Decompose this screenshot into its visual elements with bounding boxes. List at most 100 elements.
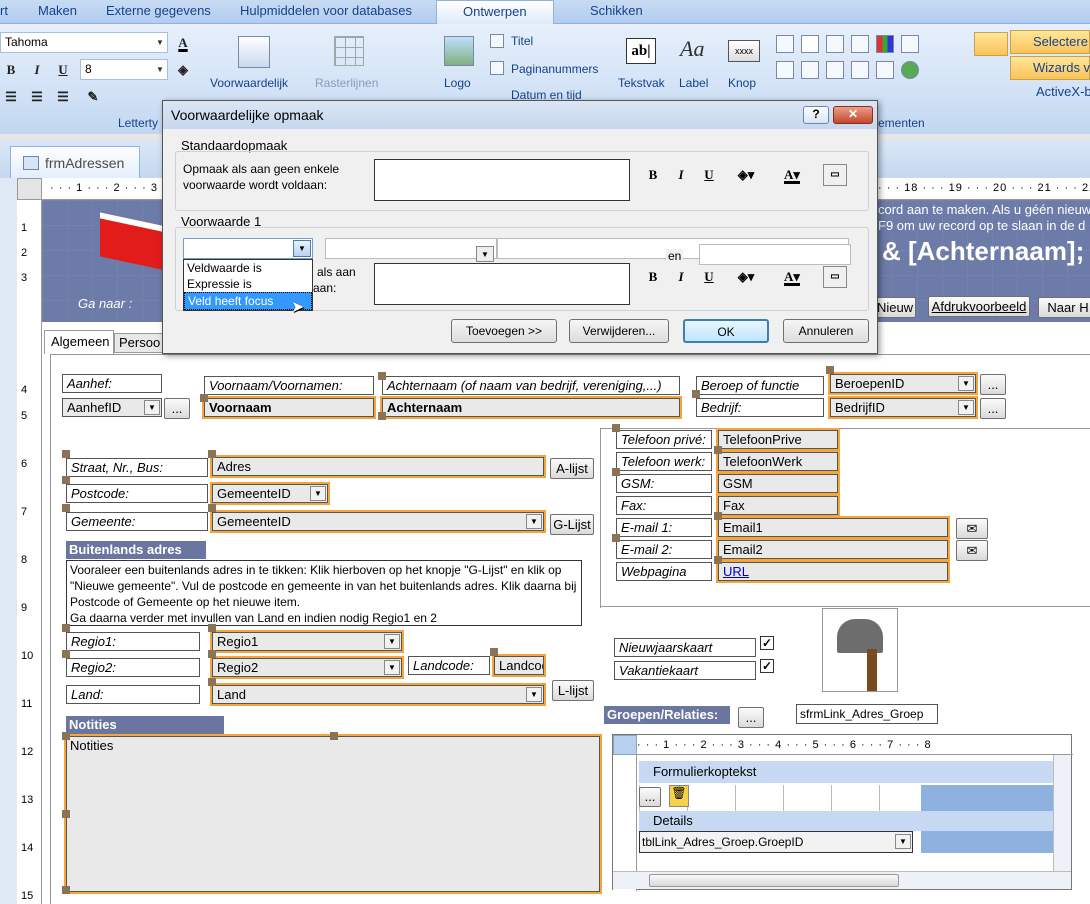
align-left-icon[interactable]: ☰ bbox=[0, 86, 22, 107]
enable-toggle-icon[interactable]: ▭ bbox=[823, 266, 847, 288]
chevron-down-icon[interactable]: ▼ bbox=[958, 400, 974, 415]
nieuwjaarskaart-checkbox[interactable]: ✓ bbox=[760, 636, 774, 650]
notities-field[interactable]: Notities bbox=[64, 734, 602, 894]
sizing-handle[interactable] bbox=[714, 446, 722, 454]
paginanummers-button[interactable]: Paginanummers bbox=[511, 62, 598, 76]
a-lijst-button[interactable]: A-lijst bbox=[550, 458, 594, 479]
g-lijst-button[interactable]: G-Lijst bbox=[550, 514, 594, 535]
email1-field[interactable]: Email1 bbox=[716, 516, 950, 539]
close-button[interactable]: ✕ bbox=[833, 106, 873, 124]
sizing-handle[interactable] bbox=[208, 624, 216, 632]
sizing-handle[interactable] bbox=[378, 412, 386, 420]
chevron-down-icon[interactable]: ▼ bbox=[895, 834, 911, 849]
subform-ruler-corner[interactable] bbox=[613, 735, 637, 755]
font-color-icon[interactable]: A bbox=[172, 32, 194, 53]
beroep-ellipsis-button[interactable]: ... bbox=[980, 374, 1006, 395]
button-control-icon[interactable]: xxxx bbox=[728, 40, 760, 62]
vertical-ruler[interactable]: 1 2 3 4 5 6 7 8 9 10 11 12 13 14 15 bbox=[17, 200, 42, 904]
line-icon[interactable] bbox=[801, 35, 819, 53]
sizing-handle[interactable] bbox=[714, 512, 722, 520]
activex-button[interactable]: ActiveX-b bbox=[1014, 84, 1090, 99]
chevron-down-icon[interactable]: ▼ bbox=[144, 400, 160, 415]
page-break-icon[interactable] bbox=[826, 35, 844, 53]
logo-icon[interactable] bbox=[444, 36, 474, 66]
sizing-handle[interactable] bbox=[208, 650, 216, 658]
subform-vscrollbar[interactable] bbox=[1053, 755, 1071, 871]
italic-button[interactable]: I bbox=[26, 59, 48, 80]
operator-combo[interactable]: ▼ bbox=[325, 238, 497, 262]
chevron-down-icon[interactable]: ▼ bbox=[384, 634, 400, 649]
toevoegen-button[interactable]: Toevoegen >> bbox=[451, 319, 557, 343]
tab-maken[interactable]: Maken bbox=[38, 3, 77, 18]
sizing-handle[interactable] bbox=[62, 810, 70, 818]
titel-button[interactable]: Titel bbox=[511, 34, 533, 48]
textbox-icon[interactable]: ab| bbox=[626, 38, 656, 64]
align-right-icon[interactable]: ☰ bbox=[52, 86, 74, 107]
underline-button[interactable]: U bbox=[699, 267, 719, 287]
sizing-handle[interactable] bbox=[62, 624, 70, 632]
chevron-down-icon[interactable]: ▼ bbox=[526, 687, 542, 702]
sizing-handle[interactable] bbox=[62, 450, 70, 458]
font-color-icon[interactable]: A▾ bbox=[775, 267, 809, 287]
chevron-down-icon[interactable]: ▼ bbox=[384, 660, 400, 675]
sizing-handle[interactable] bbox=[62, 476, 70, 484]
scrollbar-thumb[interactable] bbox=[649, 874, 899, 887]
rectangle-icon[interactable] bbox=[801, 61, 819, 79]
trash-icon[interactable]: 🗑 bbox=[669, 785, 689, 807]
sizing-handle[interactable] bbox=[612, 534, 620, 542]
bold-button[interactable]: B bbox=[0, 59, 22, 80]
tab-persoonlijk[interactable]: Persoo bbox=[114, 333, 166, 353]
condition-type-combo[interactable]: ▼ bbox=[183, 238, 313, 259]
email1-send-icon[interactable]: ✉ bbox=[956, 518, 988, 539]
groepid-combo[interactable]: tblLink_Adres_Groep.GroepID ▼ bbox=[639, 831, 913, 853]
italic-button[interactable]: I bbox=[671, 267, 691, 287]
bold-button[interactable]: B bbox=[643, 267, 663, 287]
beroepenid-combo[interactable]: BeroepenID ▼ bbox=[828, 372, 978, 395]
postcode-combo[interactable]: GemeenteID ▼ bbox=[210, 482, 330, 505]
document-tab[interactable]: frmAdressen bbox=[10, 146, 140, 178]
sizing-handle[interactable] bbox=[330, 732, 338, 740]
chevron-down-icon[interactable]: ▼ bbox=[153, 60, 167, 79]
combo-box-icon[interactable] bbox=[901, 35, 919, 53]
format-painter-icon[interactable]: ✎ bbox=[82, 86, 104, 107]
chevron-down-icon[interactable]: ▼ bbox=[526, 514, 542, 529]
bedrijf-ellipsis-button[interactable]: ... bbox=[980, 398, 1006, 419]
label-button[interactable]: Label bbox=[679, 76, 708, 90]
conditional-format-icon[interactable] bbox=[238, 36, 270, 68]
tab-start[interactable]: rt bbox=[0, 3, 8, 18]
chevron-down-icon[interactable]: ▼ bbox=[293, 240, 311, 257]
fill-color-icon[interactable]: ◈ bbox=[172, 59, 194, 80]
aanhef-ellipsis-button[interactable]: ... bbox=[164, 398, 190, 419]
tab-ontwerpen[interactable]: Ontwerpen bbox=[436, 0, 554, 25]
tab-hulpmiddelen[interactable]: Hulpmiddelen voor databases bbox=[240, 3, 412, 18]
aanhefid-combo[interactable]: AanhefID ▼ bbox=[62, 398, 162, 417]
image-icon[interactable] bbox=[776, 61, 794, 79]
selecteren-button[interactable]: Selectere bbox=[1010, 30, 1090, 54]
font-color-icon[interactable]: A▾ bbox=[775, 165, 809, 185]
regio2-combo[interactable]: Regio2 ▼ bbox=[210, 656, 404, 679]
wizards-button[interactable]: Wizards v bbox=[1010, 56, 1090, 80]
checkbox-icon[interactable] bbox=[826, 61, 844, 79]
chevron-down-icon[interactable]: ▼ bbox=[476, 246, 494, 262]
chevron-down-icon[interactable]: ▼ bbox=[310, 486, 326, 501]
chart-icon[interactable] bbox=[876, 35, 894, 53]
chevron-down-icon[interactable]: ▼ bbox=[958, 376, 974, 391]
naar-button[interactable]: Naar H bbox=[1038, 297, 1090, 318]
fill-color-icon[interactable]: ◈▾ bbox=[729, 267, 763, 287]
sizing-handle[interactable] bbox=[62, 732, 70, 740]
fill-color-icon[interactable]: ◈▾ bbox=[729, 165, 763, 185]
tab-control-icon[interactable] bbox=[776, 35, 794, 53]
email2-send-icon[interactable]: ✉ bbox=[956, 540, 988, 561]
bedrijfid-combo[interactable]: BedrijfID ▼ bbox=[828, 396, 978, 419]
option-button-icon[interactable] bbox=[901, 61, 919, 79]
chevron-down-icon[interactable]: ▼ bbox=[153, 33, 167, 52]
subform-container[interactable]: · · · 1 · · · 2 · · · 3 · · · 4 · · · 5 … bbox=[612, 734, 1073, 891]
underline-button[interactable]: U bbox=[699, 165, 719, 185]
gsm-field[interactable]: GSM bbox=[716, 472, 840, 495]
subform-ellipsis-button[interactable]: ... bbox=[639, 787, 661, 807]
font-name-combo[interactable]: Tahoma ▼ bbox=[0, 32, 168, 53]
tab-schikken[interactable]: Schikken bbox=[590, 3, 643, 18]
nieuw-button[interactable]: Nieuw bbox=[874, 297, 916, 318]
list-box-icon[interactable] bbox=[851, 61, 869, 79]
tel-werk-field[interactable]: TelefoonWerk bbox=[716, 450, 840, 473]
